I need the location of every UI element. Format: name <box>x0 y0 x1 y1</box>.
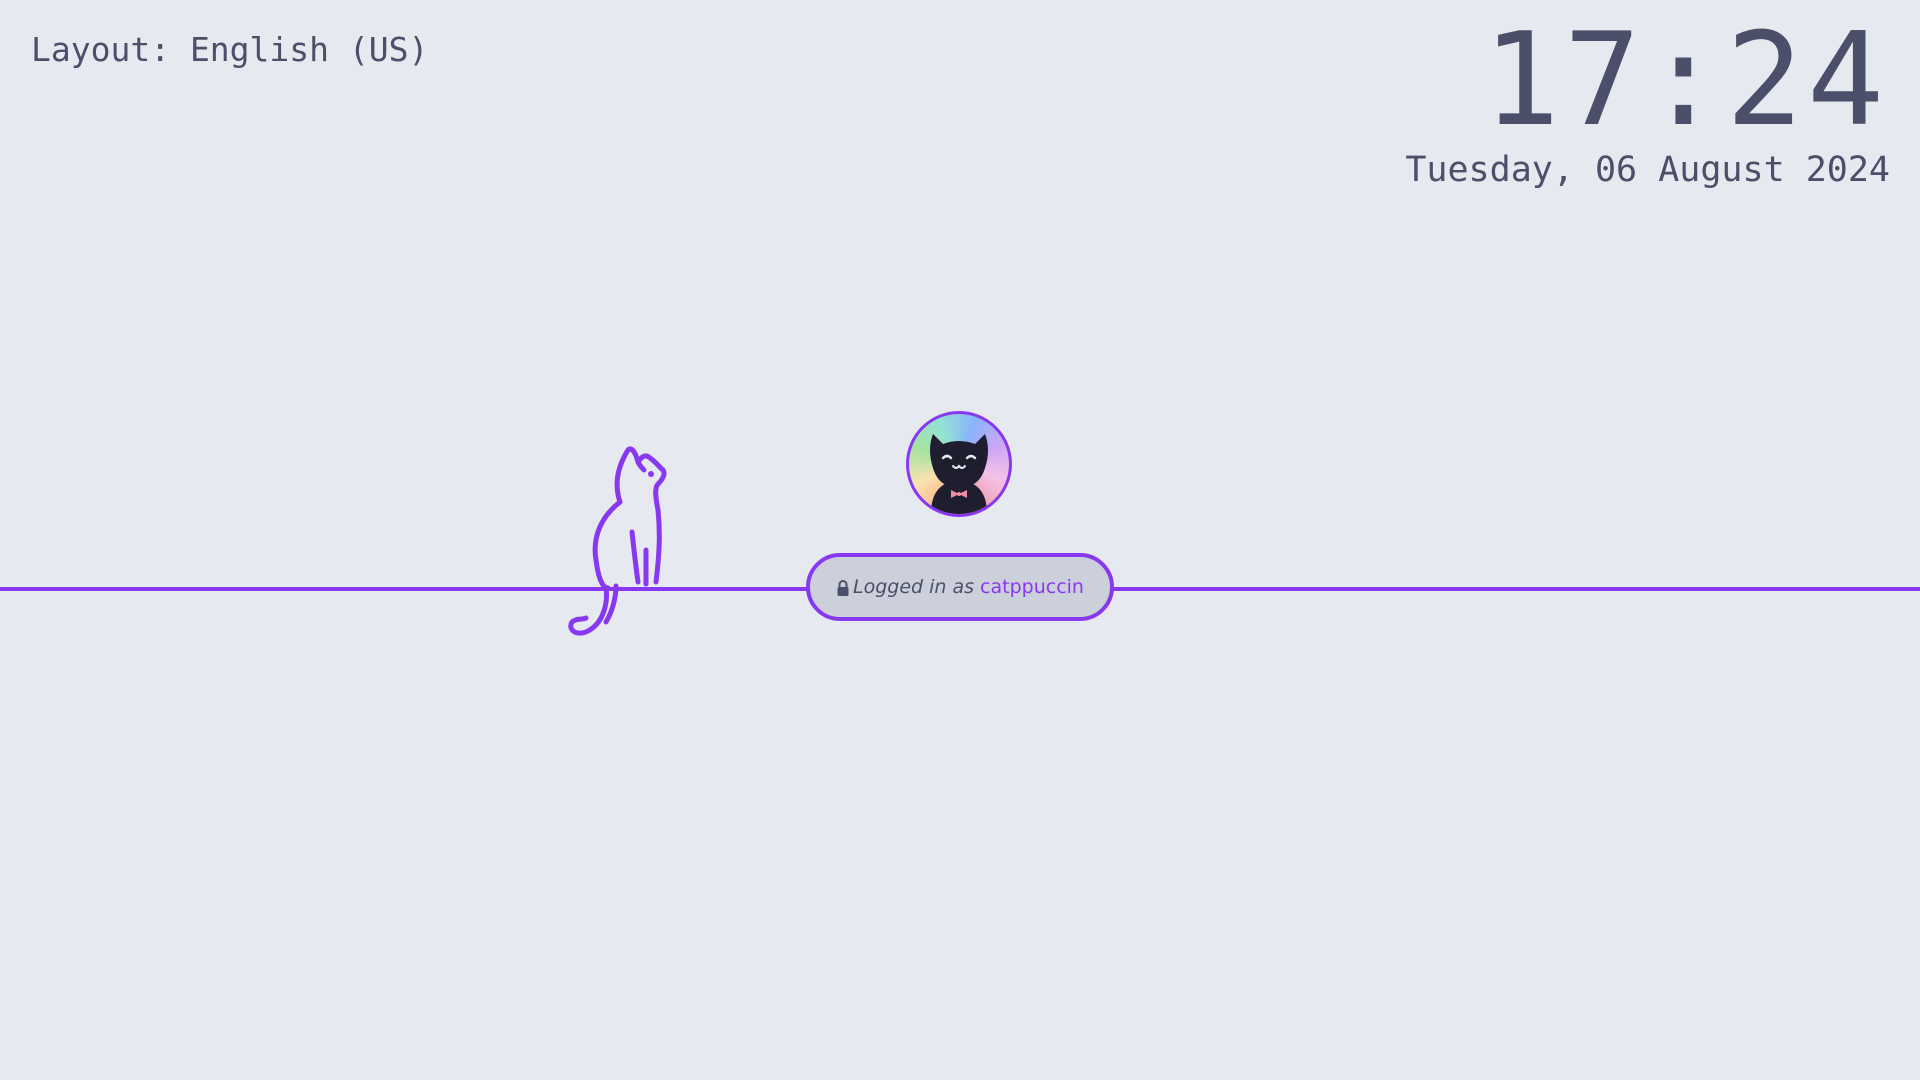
clock-time: 17:24 <box>1482 6 1888 155</box>
user-avatar <box>906 411 1012 517</box>
username-label: catppuccin <box>980 576 1084 598</box>
login-status-pill: Logged in as catppuccin <box>806 553 1114 621</box>
cat-avatar-icon <box>930 434 988 514</box>
login-prefix-label: Logged in as <box>853 576 975 598</box>
clock-date: Tuesday, 06 August 2024 <box>1405 150 1890 190</box>
lock-icon <box>837 580 849 596</box>
cat-outline-icon <box>560 440 680 640</box>
keyboard-layout-indicator: Layout: English (US) <box>31 30 429 69</box>
